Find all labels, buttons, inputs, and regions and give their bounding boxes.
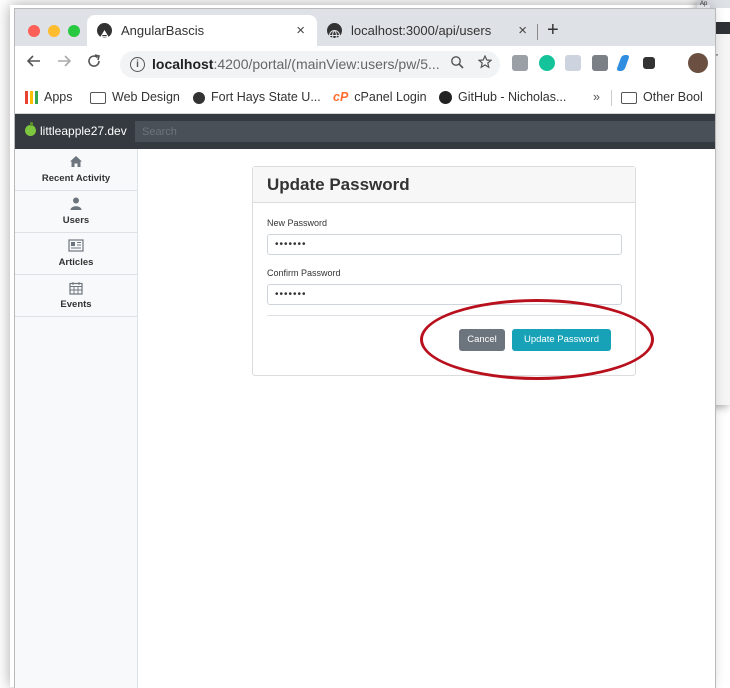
star-icon[interactable] <box>477 54 493 72</box>
url-text[interactable]: localhost:4200/portal/(mainView:users/pw… <box>152 51 440 78</box>
angular-icon <box>97 23 112 38</box>
close-window-button[interactable] <box>28 25 40 37</box>
sidebar-item-users[interactable]: Users <box>15 191 137 233</box>
app-navbar: littleapple27.dev <box>15 114 715 149</box>
tab-title: AngularBascis <box>121 23 205 38</box>
newspaper-icon <box>15 233 137 253</box>
reload-icon[interactable] <box>87 54 101 73</box>
omnibox-actions <box>450 54 493 72</box>
close-tab-icon[interactable]: × <box>296 15 305 46</box>
tab-angularbascis[interactable]: AngularBascis × <box>87 15 317 46</box>
bookmarks-bar: Apps Web Design Fort Hays State U... cP c… <box>15 82 715 114</box>
minimize-window-button[interactable] <box>48 25 60 37</box>
sidebar-item-events[interactable]: Events <box>15 275 137 317</box>
tab-strip: AngularBascis × localhost:3000/api/users… <box>15 9 715 46</box>
sidebar-item-label: Recent Activity <box>41 173 111 184</box>
sidebar: Recent Activity Users Articles Events <box>15 149 138 688</box>
card-title: Update Password <box>253 167 635 203</box>
globe-icon <box>327 23 342 42</box>
tab-api-users[interactable]: localhost:3000/api/users × <box>317 15 539 46</box>
feather-extension-icon[interactable] <box>616 55 630 71</box>
user-icon <box>15 191 137 211</box>
sidebar-item-recent-activity[interactable]: Recent Activity <box>15 149 137 191</box>
new-password-label: New Password <box>267 218 328 228</box>
puzzle-extensions-icon[interactable] <box>643 57 655 69</box>
sidebar-item-label: Articles <box>58 257 94 268</box>
bookmark-github[interactable]: GitHub - Nicholas... <box>439 82 566 113</box>
cpanel-icon: cP <box>333 90 349 104</box>
apple-logo-icon <box>25 122 36 136</box>
globe-icon <box>193 91 205 104</box>
search-input[interactable] <box>135 121 715 142</box>
home-icon <box>15 149 137 169</box>
extension-icon[interactable] <box>512 55 528 71</box>
folder-icon <box>90 91 106 104</box>
maximize-window-button[interactable] <box>68 25 80 37</box>
bookmark-other-bookmarks[interactable]: Other Bool <box>621 82 703 113</box>
confirm-password-field[interactable]: ••••••• <box>267 284 622 305</box>
form-divider <box>267 315 622 316</box>
bookmark-separator <box>611 90 612 106</box>
close-tab-icon[interactable]: × <box>518 15 527 46</box>
tab-separator <box>537 24 538 40</box>
forward-arrow-icon[interactable] <box>57 54 72 73</box>
profile-avatar[interactable] <box>688 53 708 73</box>
new-password-field[interactable]: ••••••• <box>267 234 622 255</box>
grammarly-icon[interactable] <box>539 55 555 71</box>
browser-window: AngularBascis × localhost:3000/api/users… <box>14 8 716 688</box>
extension-icon[interactable] <box>565 55 581 71</box>
update-password-card: Update Password New Password ••••••• Con… <box>252 166 636 376</box>
bookmark-cpanel[interactable]: cP cPanel Login <box>333 82 427 113</box>
github-icon <box>439 91 452 105</box>
update-password-button[interactable]: Update Password <box>512 329 611 351</box>
extension-icon[interactable] <box>592 55 608 71</box>
browser-toolbar: i localhost:4200/portal/(mainView:users/… <box>15 46 715 82</box>
brand-link[interactable]: littleapple27.dev <box>25 114 127 149</box>
calendar-icon <box>15 275 137 295</box>
bookmarks-overflow-button[interactable]: » <box>593 82 600 113</box>
back-arrow-icon[interactable] <box>26 54 41 73</box>
cancel-button[interactable]: Cancel <box>459 329 505 351</box>
tab-title: localhost:3000/api/users <box>351 23 492 38</box>
confirm-password-label: Confirm Password <box>267 268 341 278</box>
folder-icon <box>621 91 637 104</box>
sidebar-item-articles[interactable]: Articles <box>15 233 137 275</box>
zoom-icon[interactable] <box>450 56 468 72</box>
address-bar[interactable]: i localhost:4200/portal/(mainView:users/… <box>120 51 500 78</box>
bookmark-apps[interactable]: Apps <box>25 82 73 113</box>
bookmark-fort-hays[interactable]: Fort Hays State U... <box>193 82 321 113</box>
info-icon[interactable]: i <box>130 57 145 72</box>
sidebar-item-label: Users <box>62 215 90 226</box>
bookmark-web-design[interactable]: Web Design <box>90 82 180 113</box>
new-tab-button[interactable]: + <box>547 19 559 41</box>
apps-grid-icon <box>25 91 38 105</box>
